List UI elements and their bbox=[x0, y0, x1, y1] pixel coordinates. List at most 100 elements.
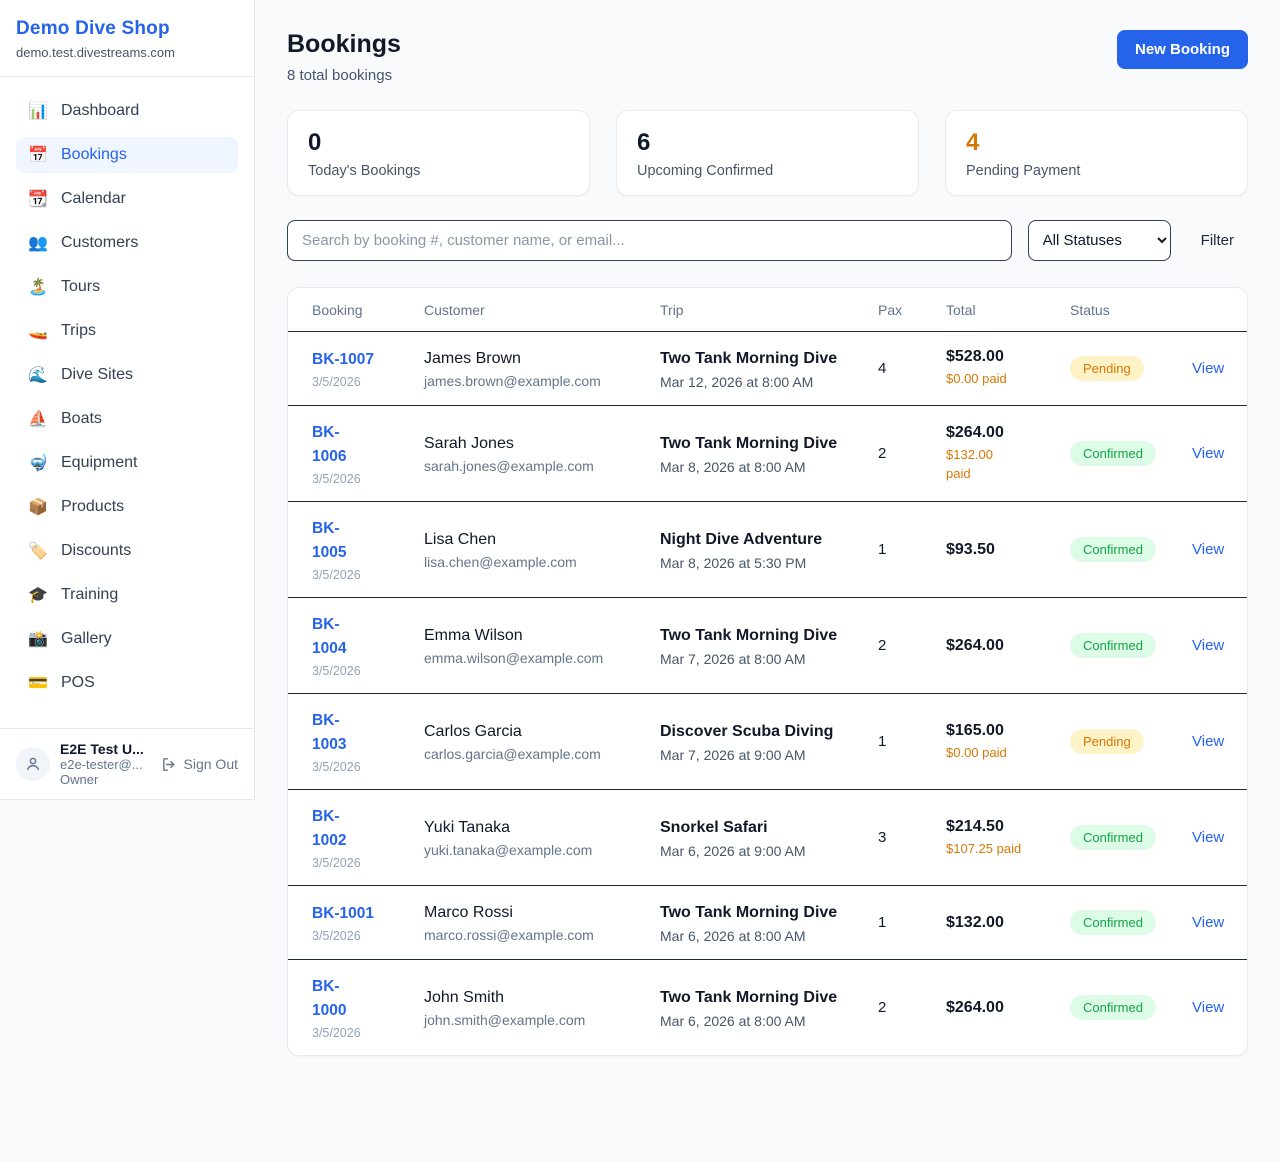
calendar-icon: 📆 bbox=[28, 189, 48, 209]
stat-value: 4 bbox=[966, 129, 1227, 157]
dive-sites-icon: 🌊 bbox=[28, 365, 48, 385]
view-link[interactable]: View bbox=[1192, 637, 1224, 654]
trip-name: Two Tank Morning Dive bbox=[660, 901, 844, 925]
booking-date: 3/5/2026 bbox=[312, 856, 390, 870]
user-name: E2E Test U... bbox=[60, 741, 151, 757]
customer-name: Carlos Garcia bbox=[424, 721, 626, 743]
trip-name: Two Tank Morning Dive bbox=[660, 986, 844, 1010]
sidebar-item-label: Bookings bbox=[61, 146, 127, 164]
shop-domain: demo.test.divestreams.com bbox=[16, 45, 238, 60]
user-role: Owner bbox=[60, 772, 151, 787]
user-section: E2E Test U... e2e-tester@... Owner Sign … bbox=[0, 728, 254, 799]
customer-email: lisa.chen@example.com bbox=[424, 554, 626, 570]
booking-date: 3/5/2026 bbox=[312, 568, 390, 582]
view-link[interactable]: View bbox=[1192, 445, 1224, 462]
search-input[interactable] bbox=[287, 220, 1012, 261]
sidebar-item-products[interactable]: 📦Products bbox=[16, 489, 238, 525]
booking-date: 3/5/2026 bbox=[312, 664, 390, 678]
sidebar-item-label: Dive Sites bbox=[61, 366, 133, 384]
sidebar-item-tours[interactable]: 🏝️Tours bbox=[16, 269, 238, 305]
user-info: E2E Test U... e2e-tester@... Owner bbox=[60, 741, 151, 787]
sidebar-item-bookings[interactable]: 📅Bookings bbox=[16, 137, 238, 173]
view-link[interactable]: View bbox=[1192, 360, 1224, 377]
bookings-table: Booking Customer Trip Pax Total Status B… bbox=[288, 288, 1248, 1055]
stat-card-upcoming-confirmed: 6 Upcoming Confirmed bbox=[616, 110, 919, 196]
view-link[interactable]: View bbox=[1192, 541, 1224, 558]
booking-id-link[interactable]: BK- 1006 bbox=[312, 421, 390, 469]
customer-name: Yuki Tanaka bbox=[424, 817, 626, 839]
column-header-customer: Customer bbox=[400, 288, 636, 332]
sidebar-item-customers[interactable]: 👥 Customers bbox=[16, 225, 238, 261]
view-link[interactable]: View bbox=[1192, 914, 1224, 931]
status-badge: Confirmed bbox=[1070, 537, 1156, 562]
boats-icon: ⛵ bbox=[28, 409, 48, 429]
customer-email: marco.rossi@example.com bbox=[424, 927, 626, 943]
trip-name: Two Tank Morning Dive bbox=[660, 347, 844, 371]
pax-count: 3 bbox=[878, 829, 912, 846]
trip-name: Discover Scuba Diving bbox=[660, 720, 844, 744]
trip-datetime: Mar 12, 2026 at 8:00 AM bbox=[660, 374, 844, 390]
booking-id-link[interactable]: BK- 1005 bbox=[312, 517, 390, 565]
paid-amount: $0.00 paid bbox=[946, 370, 1036, 388]
sidebar-item-dive-sites[interactable]: 🌊 Dive Sites bbox=[16, 357, 238, 393]
status-badge: Pending bbox=[1070, 356, 1144, 381]
status-badge: Confirmed bbox=[1070, 910, 1156, 935]
sidebar-item-label: Tours bbox=[61, 278, 100, 296]
customers-icon: 👥 bbox=[28, 233, 48, 253]
sign-out-button[interactable]: Sign Out bbox=[161, 756, 238, 773]
column-header-status: Status bbox=[1046, 288, 1168, 332]
booking-id-link[interactable]: BK- 1000 bbox=[312, 975, 390, 1023]
new-booking-button[interactable]: New Booking bbox=[1117, 30, 1248, 69]
stat-card-pending-payment: 4 Pending Payment bbox=[945, 110, 1248, 196]
filter-button[interactable]: Filter bbox=[1187, 224, 1248, 257]
customer-email: james.brown@example.com bbox=[424, 373, 626, 389]
sidebar-item-discounts[interactable]: 🏷️Discounts bbox=[16, 533, 238, 569]
customer-email: john.smith@example.com bbox=[424, 1012, 626, 1028]
total-amount: $264.00 bbox=[946, 999, 1036, 1017]
pax-count: 2 bbox=[878, 445, 912, 462]
shop-header: Demo Dive Shop demo.test.divestreams.com bbox=[0, 0, 254, 77]
avatar bbox=[16, 747, 50, 781]
booking-id-link[interactable]: BK-1001 bbox=[312, 902, 390, 926]
sidebar-item-gallery[interactable]: 📸Gallery bbox=[16, 621, 238, 657]
stat-label: Pending Payment bbox=[966, 163, 1227, 179]
pax-count: 1 bbox=[878, 914, 912, 931]
customer-email: carlos.garcia@example.com bbox=[424, 746, 626, 762]
sidebar-item-label: Boats bbox=[61, 410, 102, 428]
total-amount: $264.00 bbox=[946, 637, 1036, 655]
total-amount: $528.00 bbox=[946, 348, 1036, 366]
customer-name: Emma Wilson bbox=[424, 625, 626, 647]
status-badge: Confirmed bbox=[1070, 441, 1156, 466]
status-filter-select[interactable]: All Statuses bbox=[1028, 220, 1171, 261]
sidebar-item-label: Dashboard bbox=[61, 102, 139, 120]
sidebar-item-label: POS bbox=[61, 674, 95, 692]
sidebar-item-dashboard[interactable]: 📊Dashboard bbox=[16, 93, 238, 129]
trips-icon: 🚤 bbox=[28, 321, 48, 341]
sidebar-item-equipment[interactable]: 🤿Equipment bbox=[16, 445, 238, 481]
equipment-icon: 🤿 bbox=[28, 453, 48, 473]
sidebar-item-calendar[interactable]: 📆Calendar bbox=[16, 181, 238, 217]
stat-label: Upcoming Confirmed bbox=[637, 163, 898, 179]
booking-id-link[interactable]: BK- 1003 bbox=[312, 709, 390, 757]
sidebar-item-label: Trips bbox=[61, 322, 96, 340]
stat-label: Today's Bookings bbox=[308, 163, 569, 179]
sidebar-item-boats[interactable]: ⛵ Boats bbox=[16, 401, 238, 437]
booking-id-link[interactable]: BK-1007 bbox=[312, 348, 390, 372]
table-row: BK- 1000 3/5/2026 John Smith john.smith@… bbox=[288, 960, 1248, 1056]
customer-name: John Smith bbox=[424, 987, 626, 1009]
sidebar-item-training[interactable]: 🎓Training bbox=[16, 577, 238, 613]
sidebar-item-pos[interactable]: 💳POS bbox=[16, 665, 238, 701]
view-link[interactable]: View bbox=[1192, 733, 1224, 750]
booking-id-link[interactable]: BK- 1004 bbox=[312, 613, 390, 661]
column-header-booking: Booking bbox=[288, 288, 400, 332]
view-link[interactable]: View bbox=[1192, 999, 1224, 1016]
view-link[interactable]: View bbox=[1192, 829, 1224, 846]
sidebar-item-trips[interactable]: 🚤 Trips bbox=[16, 313, 238, 349]
sidebar-item-label: Training bbox=[61, 586, 118, 604]
sidebar-item-label: Customers bbox=[61, 234, 138, 252]
booking-id-link[interactable]: BK- 1002 bbox=[312, 805, 390, 853]
column-header-actions bbox=[1168, 288, 1248, 332]
sign-out-icon bbox=[161, 756, 178, 773]
paid-amount: $107.25 paid bbox=[946, 840, 1036, 858]
trip-datetime: Mar 6, 2026 at 8:00 AM bbox=[660, 1013, 844, 1029]
